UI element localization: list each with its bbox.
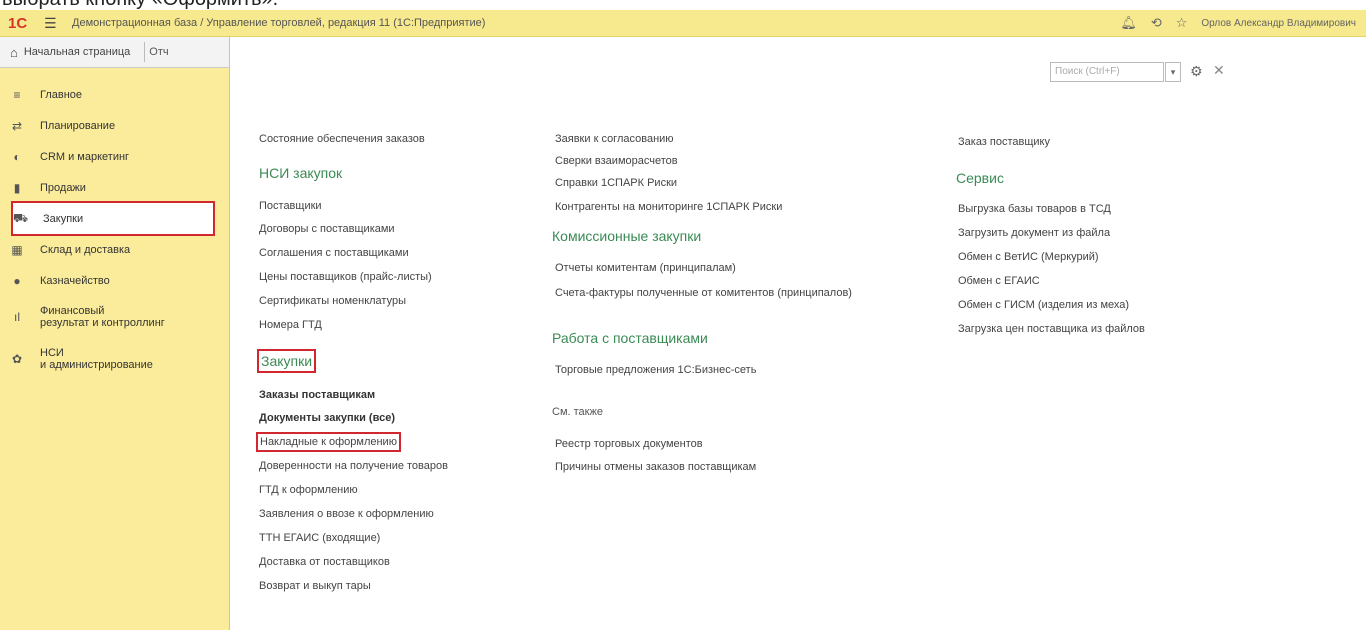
gear-icon[interactable]: ⚙ <box>1190 63 1203 80</box>
sidebar-item-finance[interactable]: ıl Финансовый результат и контроллинг <box>0 296 229 338</box>
sidebar-nav: ≡ Главное ⇄ Планирование ◐ CRM и маркети… <box>0 79 229 380</box>
link[interactable]: Обмен с ГИСМ (изделия из меха) <box>958 299 1129 311</box>
link[interactable]: Заказы поставщикам <box>259 389 375 401</box>
link[interactable]: Обмен с ВетИС (Меркурий) <box>958 251 1099 263</box>
link[interactable]: Контрагенты на мониторинге 1СПАРК Риски <box>555 201 782 213</box>
star-icon[interactable]: ☆ <box>1176 15 1188 31</box>
search-input[interactable]: Поиск (Ctrl+F) <box>1050 62 1164 82</box>
link[interactable]: Заявления о ввозе к оформлению <box>259 508 434 520</box>
cart-icon: ⛟ <box>13 210 29 225</box>
chart-icon: ıl <box>14 310 20 324</box>
1c-logo: 1С <box>8 14 28 32</box>
link[interactable]: Соглашения с поставщиками <box>259 247 409 259</box>
link[interactable]: Состояние обеспечения заказов <box>259 133 425 145</box>
crm-icon: ◐ <box>13 149 21 164</box>
link[interactable]: Номера ГТД <box>259 319 322 331</box>
tab-reports[interactable]: Отч <box>149 46 168 58</box>
link[interactable]: Цены поставщиков (прайс-листы) <box>259 271 432 283</box>
planning-icon: ⇄ <box>11 118 23 133</box>
section-header-purchases: Закупки <box>256 349 317 373</box>
title-bar: 1С ☰ Демонстрационная база / Управление … <box>0 10 1366 37</box>
link[interactable]: Выгрузка базы товаров в ТСД <box>958 203 1111 215</box>
bell-icon[interactable]: 🔔︎ <box>1120 15 1137 31</box>
main-content: Поиск (Ctrl+F) ▾ ⚙ ✕ Состояние обеспечен… <box>230 37 1366 630</box>
link[interactable]: Причины отмены заказов поставщикам <box>555 461 756 473</box>
settings-icon: ✿ <box>11 352 23 366</box>
hamburger-menu-icon[interactable]: ☰ <box>44 15 62 32</box>
link[interactable]: Загрузить документ из файла <box>958 227 1110 239</box>
link[interactable]: Заказ поставщику <box>958 136 1050 148</box>
section-header-suppliers: Работа с поставщиками <box>552 330 708 346</box>
link[interactable]: ТТН ЕГАИС (входящие) <box>259 532 380 544</box>
link[interactable]: ГТД к оформлению <box>259 484 358 496</box>
link[interactable]: Поставщики <box>259 200 322 212</box>
link[interactable]: Договоры с поставщиками <box>259 223 395 235</box>
sidebar-item-crm[interactable]: ◐ CRM и маркетинг <box>0 141 229 172</box>
link[interactable]: Торговые предложения 1С:Бизнес-сеть <box>555 364 756 376</box>
link[interactable]: Возврат и выкуп тары <box>259 580 371 592</box>
link[interactable]: Справки 1СПАРК Риски <box>555 177 677 189</box>
sidebar-item-admin[interactable]: ✿ НСИ и администрирование <box>0 338 229 380</box>
history-icon[interactable]: ⟲ <box>1151 15 1162 31</box>
window-title: Демонстрационная база / Управление торго… <box>72 17 486 29</box>
sidebar-item-treasury[interactable]: ● Казначейство <box>0 265 229 296</box>
link[interactable]: Сертификаты номенклатуры <box>259 295 406 307</box>
sidebar: ⌂ Начальная страница Отч ≡ Главное ⇄ Пла… <box>0 37 230 630</box>
search-dropdown-button[interactable]: ▾ <box>1165 62 1181 82</box>
sidebar-item-warehouse[interactable]: ▦ Склад и доставка <box>0 234 229 265</box>
home-icon: ⌂ <box>10 44 18 60</box>
link[interactable]: Сверки взаиморасчетов <box>555 155 678 167</box>
link-invoices-to-process[interactable]: Накладные к оформлению <box>256 432 401 452</box>
warehouse-icon: ▦ <box>11 242 23 257</box>
sidebar-item-sales[interactable]: ▮ Продажи <box>0 172 229 203</box>
section-header-commission: Комиссионные закупки <box>552 228 702 244</box>
link[interactable]: Доверенности на получение товаров <box>259 460 448 472</box>
link[interactable]: Загрузка цен поставщика из файлов <box>958 323 1145 335</box>
link[interactable]: Документы закупки (все) <box>259 412 395 424</box>
user-name[interactable]: Орлов Александр Владимирович <box>1201 18 1356 29</box>
list-icon: ≡ <box>13 87 21 102</box>
tab-home[interactable]: ⌂ Начальная страница Отч <box>0 37 229 68</box>
link[interactable]: Доставка от поставщиков <box>259 556 390 568</box>
document-caption: выбрать кнопку «Оформить». <box>0 0 1366 10</box>
link[interactable]: Обмен с ЕГАИС <box>958 275 1040 287</box>
close-icon[interactable]: ✕ <box>1213 62 1225 79</box>
treasury-icon: ● <box>13 273 21 288</box>
section-header-service: Сервис <box>956 170 1004 186</box>
sidebar-item-main[interactable]: ≡ Главное <box>0 79 229 110</box>
sidebar-item-purchases[interactable]: ⛟ Закупки <box>11 201 215 236</box>
see-also-label: См. также <box>552 406 603 418</box>
sales-icon: ▮ <box>13 180 21 195</box>
link[interactable]: Реестр торговых документов <box>555 438 703 450</box>
link[interactable]: Заявки к согласованию <box>555 133 674 145</box>
link[interactable]: Отчеты комитентам (принципалам) <box>555 262 736 274</box>
section-header-nsi: НСИ закупок <box>259 165 343 181</box>
link[interactable]: Счета-фактуры полученные от комитентов (… <box>555 287 852 299</box>
sidebar-item-planning[interactable]: ⇄ Планирование <box>0 110 229 141</box>
